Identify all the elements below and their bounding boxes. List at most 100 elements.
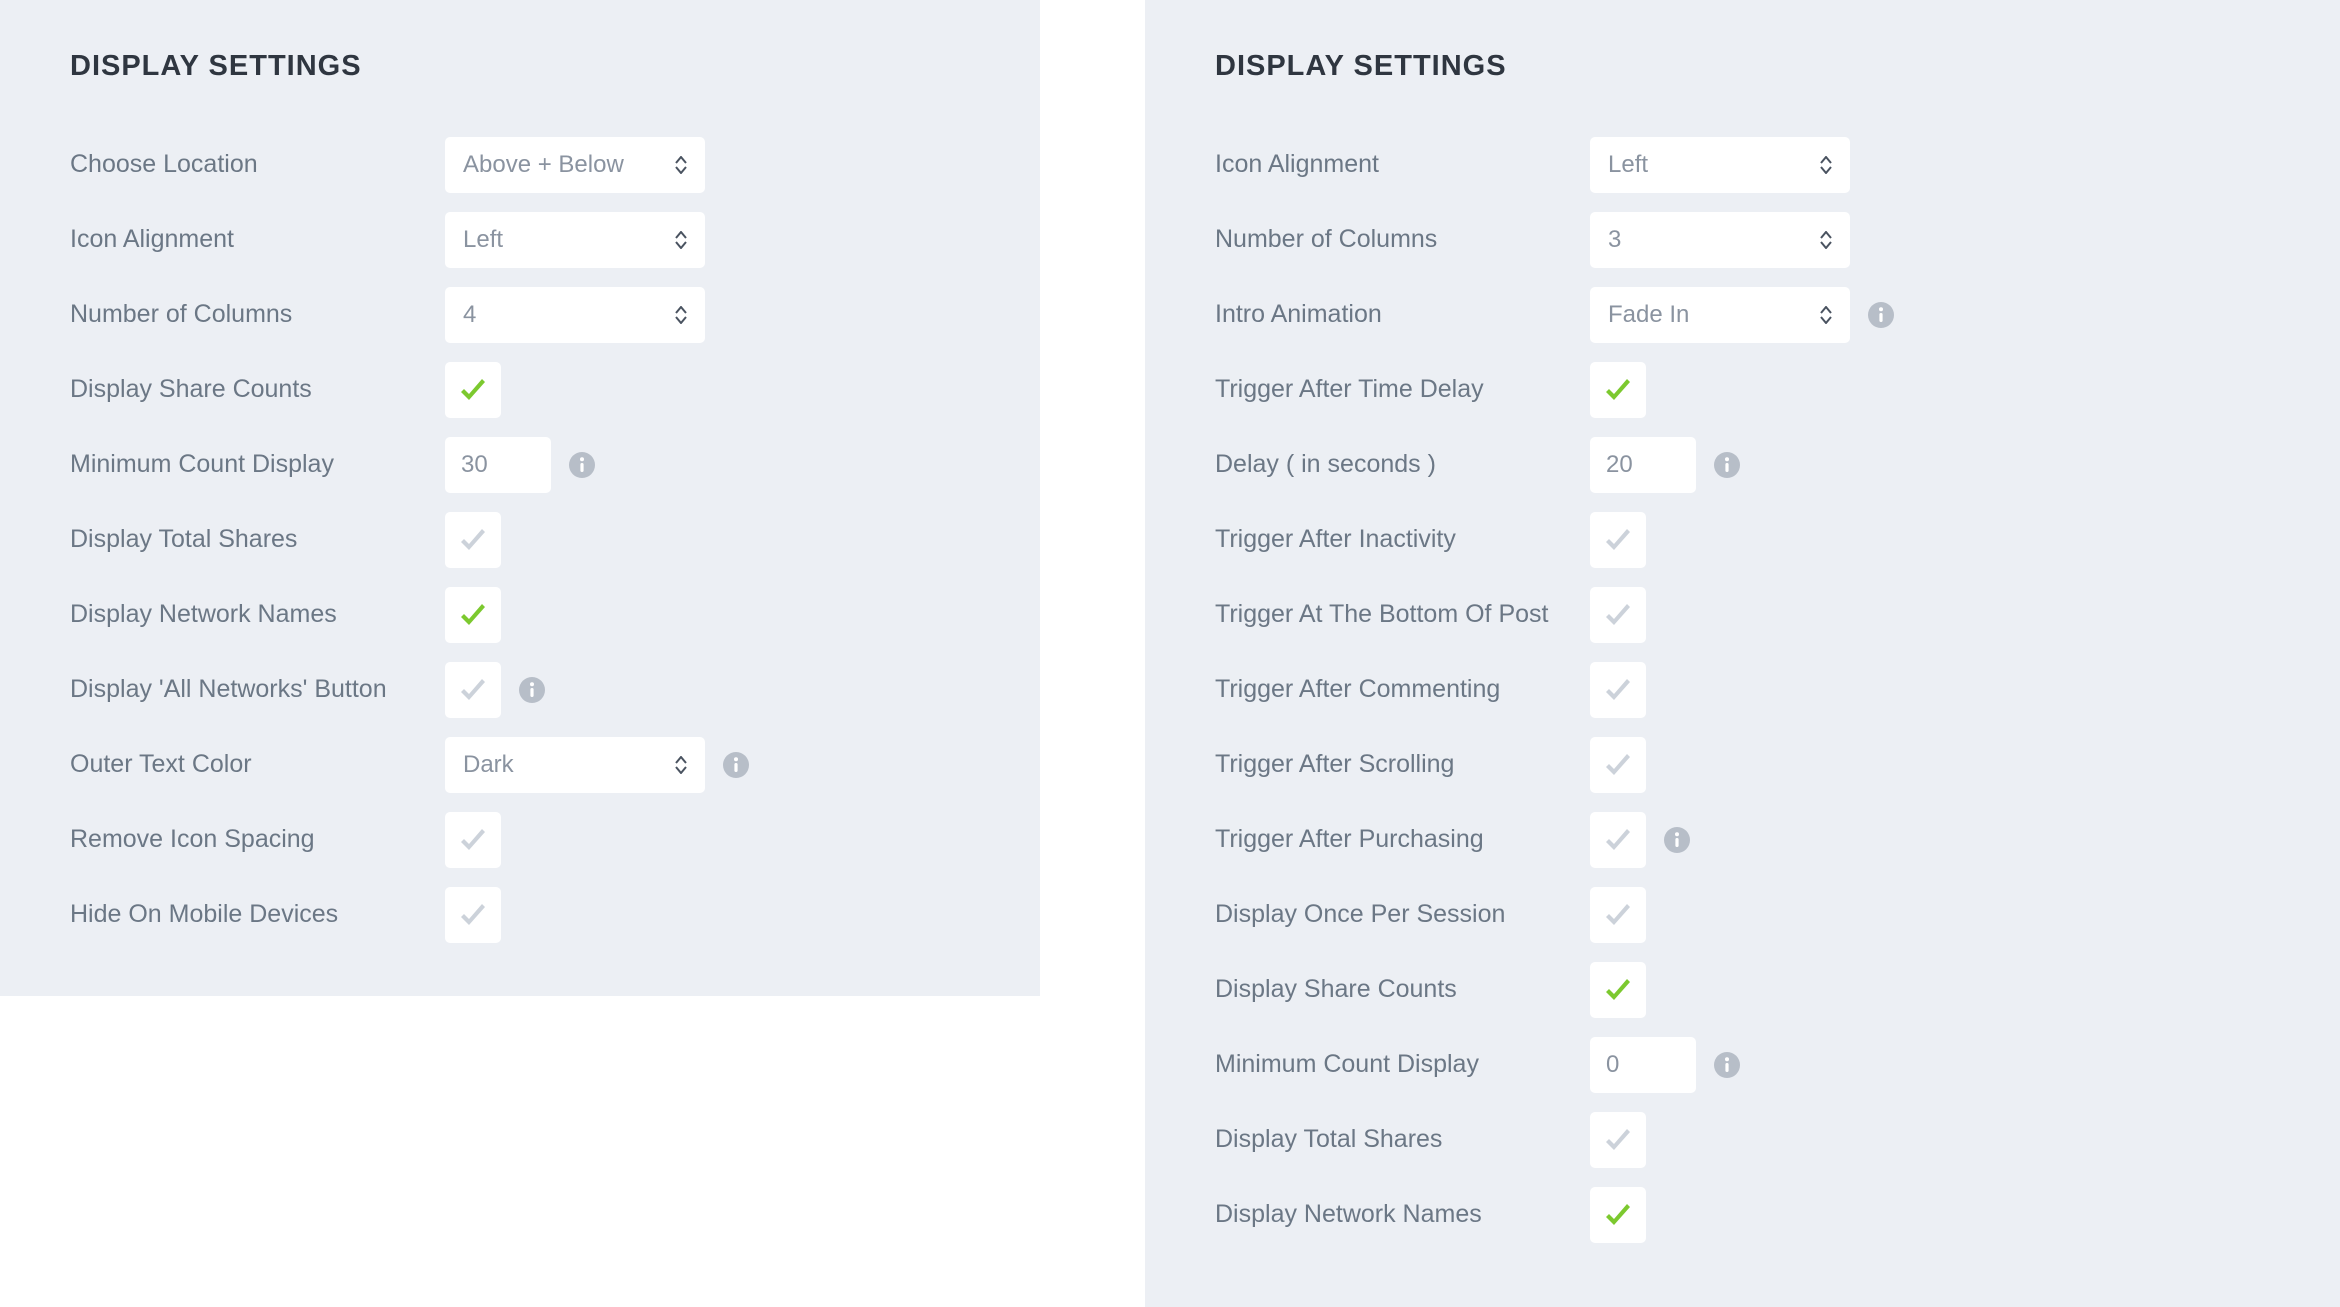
setting-label: Trigger After Commenting: [1215, 675, 1590, 704]
checkbox-toggle[interactable]: [445, 512, 501, 568]
setting-label: Trigger After Purchasing: [1215, 825, 1590, 854]
control-area: [445, 512, 501, 568]
checkbox-toggle[interactable]: [445, 887, 501, 943]
setting-row: Remove Icon Spacing: [70, 802, 980, 877]
checkbox-toggle[interactable]: [1590, 362, 1646, 418]
checkbox-toggle[interactable]: [445, 812, 501, 868]
setting-label: Number of Columns: [1215, 225, 1590, 254]
setting-row: Minimum Count Display: [70, 427, 980, 502]
control-area: Fade In: [1590, 287, 1894, 343]
control-area: [1590, 587, 1646, 643]
checkbox-toggle[interactable]: [1590, 887, 1646, 943]
setting-row: Display Share Counts: [70, 352, 980, 427]
control-area: [445, 887, 501, 943]
checkbox-toggle[interactable]: [1590, 1187, 1646, 1243]
number-input[interactable]: [445, 437, 551, 493]
info-icon[interactable]: [519, 677, 545, 703]
control-area: [1590, 362, 1646, 418]
select-value: Dark: [463, 751, 675, 779]
left-settings-panel: DISPLAY SETTINGS Choose LocationAbove + …: [0, 0, 1040, 996]
chevron-updown-icon: [675, 156, 687, 174]
setting-label: Display 'All Networks' Button: [70, 675, 445, 704]
setting-row: Trigger After Scrolling: [1215, 727, 2280, 802]
checkbox-toggle[interactable]: [1590, 737, 1646, 793]
info-icon[interactable]: [569, 452, 595, 478]
setting-row: Trigger After Purchasing: [1215, 802, 2280, 877]
setting-row: Trigger At The Bottom Of Post: [1215, 577, 2280, 652]
setting-label: Display Once Per Session: [1215, 900, 1590, 929]
setting-row: Hide On Mobile Devices: [70, 877, 980, 952]
control-area: [1590, 662, 1646, 718]
chevron-updown-icon: [1820, 231, 1832, 249]
control-area: 4: [445, 287, 705, 343]
info-icon[interactable]: [723, 752, 749, 778]
setting-label: Trigger After Scrolling: [1215, 750, 1590, 779]
setting-label: Choose Location: [70, 150, 445, 179]
checkbox-toggle[interactable]: [445, 587, 501, 643]
setting-row: Display Once Per Session: [1215, 877, 2280, 952]
control-area: [1590, 437, 1740, 493]
info-icon[interactable]: [1714, 1052, 1740, 1078]
control-area: Dark: [445, 737, 749, 793]
checkbox-toggle[interactable]: [1590, 812, 1646, 868]
select-value: Fade In: [1608, 301, 1820, 329]
select-dropdown[interactable]: Above + Below: [445, 137, 705, 193]
info-icon[interactable]: [1664, 827, 1690, 853]
setting-row: Number of Columns 3: [1215, 202, 2280, 277]
setting-row: Display Network Names: [70, 577, 980, 652]
setting-row: Trigger After Commenting: [1215, 652, 2280, 727]
select-dropdown[interactable]: Fade In: [1590, 287, 1850, 343]
right-rows: Icon AlignmentLeftNumber of Columns3Intr…: [1215, 127, 2280, 1252]
setting-row: Minimum Count Display: [1215, 1027, 2280, 1102]
control-area: 3: [1590, 212, 1850, 268]
chevron-updown-icon: [675, 231, 687, 249]
setting-row: Display Total Shares: [1215, 1102, 2280, 1177]
checkbox-toggle[interactable]: [1590, 512, 1646, 568]
setting-row: Number of Columns4: [70, 277, 980, 352]
control-area: [1590, 1187, 1646, 1243]
setting-row: Display Network Names: [1215, 1177, 2280, 1252]
control-area: [1590, 887, 1646, 943]
info-icon[interactable]: [1714, 452, 1740, 478]
checkbox-toggle[interactable]: [445, 362, 501, 418]
control-area: [1590, 962, 1646, 1018]
control-area: [445, 662, 545, 718]
checkbox-toggle[interactable]: [445, 662, 501, 718]
setting-label: Delay ( in seconds ): [1215, 450, 1590, 479]
chevron-updown-icon: [1820, 156, 1832, 174]
checkbox-toggle[interactable]: [1590, 587, 1646, 643]
control-area: [445, 362, 501, 418]
number-input[interactable]: [1590, 1037, 1696, 1093]
setting-label: Minimum Count Display: [70, 450, 445, 479]
control-area: [445, 587, 501, 643]
checkbox-toggle[interactable]: [1590, 962, 1646, 1018]
control-area: Left: [445, 212, 705, 268]
select-dropdown[interactable]: Left: [1590, 137, 1850, 193]
setting-label: Display Network Names: [70, 600, 445, 629]
control-area: [1590, 737, 1646, 793]
control-area: Above + Below: [445, 137, 705, 193]
control-area: [445, 812, 501, 868]
control-area: [1590, 1112, 1646, 1168]
setting-label: Display Share Counts: [1215, 975, 1590, 1004]
setting-label: Hide On Mobile Devices: [70, 900, 445, 929]
info-icon[interactable]: [1868, 302, 1894, 328]
right-settings-panel: DISPLAY SETTINGS Icon AlignmentLeftNumbe…: [1145, 0, 2340, 1307]
number-input[interactable]: [1590, 437, 1696, 493]
setting-row: Trigger After Time Delay: [1215, 352, 2280, 427]
select-dropdown[interactable]: Dark: [445, 737, 705, 793]
setting-label: Display Total Shares: [70, 525, 445, 554]
section-title: DISPLAY SETTINGS: [70, 50, 980, 83]
setting-label: Trigger At The Bottom Of Post: [1215, 600, 1590, 629]
setting-label: Number of Columns: [70, 300, 445, 329]
select-dropdown[interactable]: 3: [1590, 212, 1850, 268]
select-dropdown[interactable]: 4: [445, 287, 705, 343]
setting-row: Display Share Counts: [1215, 952, 2280, 1027]
select-value: 3: [1608, 226, 1820, 254]
setting-row: Display Total Shares: [70, 502, 980, 577]
select-dropdown[interactable]: Left: [445, 212, 705, 268]
setting-label: Icon Alignment: [1215, 150, 1590, 179]
checkbox-toggle[interactable]: [1590, 1112, 1646, 1168]
setting-row: Trigger After Inactivity: [1215, 502, 2280, 577]
checkbox-toggle[interactable]: [1590, 662, 1646, 718]
